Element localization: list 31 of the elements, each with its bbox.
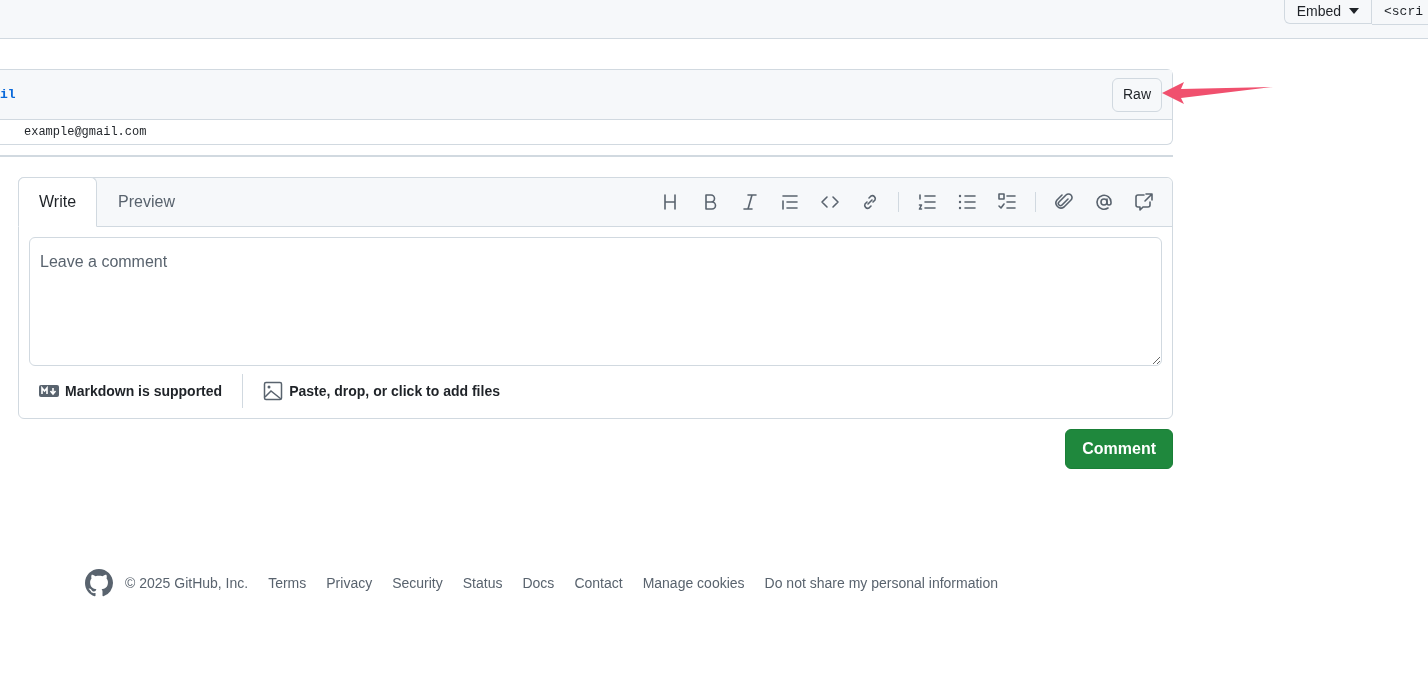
footer-link[interactable]: Security [392,572,443,594]
editor-tab[interactable]: Write [18,177,98,227]
cross-reference-icon [1134,192,1154,212]
copyright-text: © 2025 GitHub, Inc. [125,573,249,593]
footer-link[interactable]: Status [462,572,503,594]
image-icon [263,381,284,401]
footer-link[interactable]: Do not share my personal information [764,572,999,594]
footer-link[interactable]: Manage cookies [642,572,745,594]
markdown-icon [39,384,59,398]
comment-textarea[interactable]: Leave a comment [29,237,1162,366]
mention-icon [1094,192,1114,212]
quote-icon [780,192,800,212]
task-list-icon [997,192,1017,212]
embed-dropdown[interactable]: Embed [1283,0,1372,24]
footer-link[interactable]: Privacy [326,572,373,594]
footer-link[interactable]: Contact [574,572,623,594]
raw-button[interactable]: Raw [1112,77,1162,112]
markdown-note[interactable]: Markdown is supported [65,380,223,402]
italic-icon [740,192,760,212]
footer-link[interactable]: Terms [268,572,307,594]
ordered-list-icon [917,192,937,212]
footer-link[interactable]: Docs [522,572,555,594]
github-logo-icon[interactable] [85,569,113,597]
file-name-link[interactable]: il [0,84,16,105]
code-line: example@gmail.com [23,124,148,141]
comment-button[interactable]: Comment [1065,429,1173,469]
editor-tab[interactable]: Preview [97,177,196,227]
caret-down-icon [1349,8,1359,14]
paperclip-icon [1054,192,1074,212]
unordered-list-icon [957,192,977,212]
attach-files-note[interactable]: Paste, drop, or click to add files [289,380,500,402]
